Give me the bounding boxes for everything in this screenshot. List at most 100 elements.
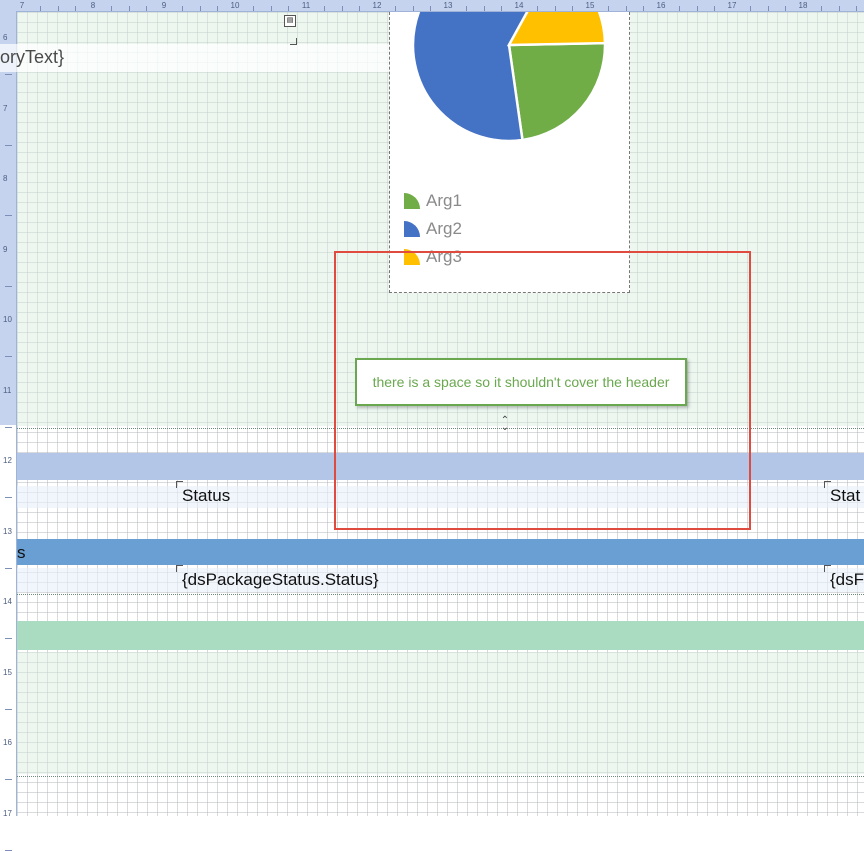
ruler-top-label: 8 [90,1,96,10]
ruler-tick [412,6,414,11]
cell-corner-marker [176,481,183,488]
ruler-tick [252,6,254,11]
ruler-tick [5,74,12,75]
ruler-tick [838,6,840,11]
section-separator [17,594,864,595]
ruler-tick [820,6,822,11]
category-text-label: oryText} [0,47,65,67]
section-separator [17,776,864,777]
ruler-tick [678,6,680,11]
ruler-left-label: 13 [3,526,12,536]
ruler-top-label: 9 [161,1,167,10]
ruler-top-label: 18 [798,1,808,10]
ruler-top-label: 11 [301,1,311,10]
ruler-tick [767,6,769,11]
ruler-tick [5,356,12,357]
ruler-tick [5,426,12,428]
ruler-tick [607,6,609,11]
pie-slice-arg1 [507,41,607,142]
ruler-top-label: 16 [656,1,666,10]
ruler-tick [5,708,12,710]
report-footer-section[interactable] [17,652,864,774]
ruler-tick [5,567,12,569]
ruler-top-label: 14 [514,1,524,10]
ruler-tick [39,6,41,11]
horizontal-ruler[interactable]: 7 8 9 10 11 12 13 14 15 16 17 18 [0,0,864,12]
status-field-cell[interactable]: {dsPackageStatus.Status} [182,569,379,591]
selection-corner-marker [290,38,297,45]
ruler-left-label: 11 [3,385,12,395]
smart-tag-icon[interactable]: ▤ [284,15,296,27]
ruler-tick [5,497,12,498]
category-text-box[interactable]: oryText} [0,44,390,72]
group-footer-band[interactable] [17,621,864,650]
ruler-tick [270,6,272,11]
ruler-tick [5,638,12,639]
ruler-tick [465,6,467,11]
ruler-left-label: 16 [3,738,12,747]
vertical-ruler[interactable]: 6 7 8 9 10 11 12 13 14 15 16 17 [0,11,17,851]
data-row[interactable] [17,568,864,592]
ruler-tick [323,6,325,11]
cell-corner-marker [824,481,831,488]
status-header-cell-right[interactable]: Stat [830,485,860,507]
ruler-tick [572,6,574,11]
ruler-tick [714,6,716,11]
ruler-left-label: 17 [3,808,12,818]
ruler-left-label: 12 [3,456,12,465]
cell-corner-marker [824,565,831,572]
ruler-tick [5,144,12,146]
ruler-tick [288,6,290,11]
legend-label: Arg2 [426,219,462,238]
status-field-cell-right[interactable]: {dsF [830,569,864,591]
ruler-left-label: 8 [3,174,8,183]
status-header-cell[interactable]: Status [182,485,230,507]
ruler-tick [5,285,12,287]
ruler-left-label: 9 [3,244,8,254]
section-resize-handle[interactable]: ⌃ ⌄ [500,416,510,433]
ruler-top-label: 13 [443,1,453,10]
cell-corner-marker [176,565,183,572]
group-header-text[interactable]: s [17,542,26,564]
ruler-tick [856,6,858,11]
ruler-tick [785,6,787,11]
legend-item: Arg1 [403,191,462,211]
ruler-tick [643,6,645,11]
ruler-tick [5,215,12,216]
ruler-top-label: 12 [372,1,382,10]
ruler-tick [75,6,77,11]
ruler-tick [341,6,343,11]
ruler-tick [394,6,396,11]
ruler-top-label: 17 [727,1,737,10]
pie-chart [411,12,607,143]
ruler-tick [146,6,148,11]
ruler-tick [128,6,130,11]
ruler-tick [110,6,112,11]
ruler-left-label: 6 [3,33,8,42]
group-header-band[interactable] [17,539,864,565]
ruler-tick [536,6,538,11]
ruler-tick [217,6,219,11]
ruler-left-label: 7 [3,103,8,113]
ruler-tick [554,6,556,11]
ruler-tick [483,6,485,11]
ruler-tick [57,6,59,11]
ruler-tick [181,6,183,11]
legend-label: Arg1 [426,191,462,210]
legend-swatch-icon [404,221,420,237]
ruler-tick [5,849,12,851]
ruler-top-label: 7 [19,1,25,10]
ruler-tick [199,6,201,11]
ruler-top-label: 10 [230,1,240,10]
legend-item: Arg2 [403,219,462,239]
ruler-left-label: 15 [3,667,12,677]
ruler-tick [625,6,627,11]
ruler-tick [501,6,503,11]
annotation-note: there is a space so it shouldn't cover t… [355,358,687,406]
ruler-tick [430,6,432,11]
pie-slice-arg3 [506,12,607,47]
annotation-note-text: there is a space so it shouldn't cover t… [372,374,670,390]
ruler-left-label: 14 [3,597,12,606]
ruler-tick [749,6,751,11]
ruler-tick [359,6,361,11]
